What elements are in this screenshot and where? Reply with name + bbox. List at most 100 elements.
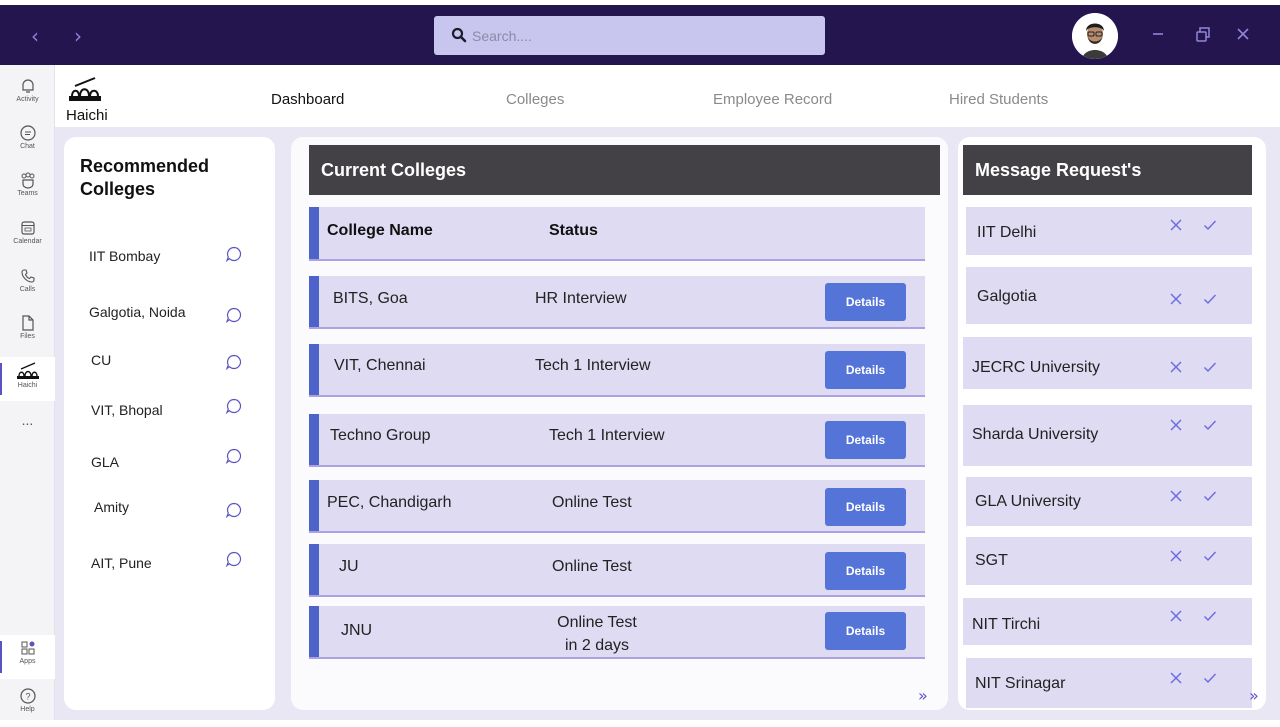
details-button[interactable]: Details xyxy=(825,552,906,590)
request-college-name: JECRC University xyxy=(972,359,1101,376)
accept-icon[interactable] xyxy=(1203,418,1217,432)
rail-item-calls[interactable]: Calls xyxy=(0,263,55,307)
reject-icon[interactable] xyxy=(1169,292,1183,306)
details-button[interactable]: Details xyxy=(825,421,906,459)
reject-icon[interactable] xyxy=(1169,549,1183,563)
tab-dashboard[interactable]: Dashboard xyxy=(271,91,344,108)
rail-item-teams[interactable]: Teams xyxy=(0,167,55,211)
app-rail: Activity Chat Teams Calendar Calls Files… xyxy=(0,65,55,720)
chat-bubble-icon[interactable] xyxy=(225,550,243,568)
chat-bubble-icon[interactable] xyxy=(225,447,243,465)
rail-item-haichi[interactable]: Haichi xyxy=(0,357,55,401)
rail-item-chat[interactable]: Chat xyxy=(0,120,55,164)
accept-icon[interactable] xyxy=(1203,292,1217,306)
app-header: Haichi Dashboard Colleges Employee Recor… xyxy=(55,65,1280,127)
details-button[interactable]: Details xyxy=(825,612,906,650)
search-box[interactable] xyxy=(434,16,825,55)
phone-icon xyxy=(20,269,35,283)
reject-icon[interactable] xyxy=(1169,609,1183,623)
accept-icon[interactable] xyxy=(1203,489,1217,503)
request-college-name: GLA University xyxy=(975,493,1081,510)
accept-icon[interactable] xyxy=(1203,609,1217,623)
list-item[interactable]: Amity xyxy=(64,498,275,528)
rail-item-label: Haichi xyxy=(17,382,38,389)
row-accent xyxy=(309,544,319,595)
brand-name: Haichi xyxy=(66,107,108,124)
table-header-row: College Name Status xyxy=(309,207,925,261)
row-accent xyxy=(309,606,319,657)
message-request-item: Sharda University xyxy=(963,405,1252,466)
more-colleges-icon[interactable]: » xyxy=(918,686,928,705)
tab-employee-record[interactable]: Employee Record xyxy=(713,91,832,108)
row-accent xyxy=(309,276,319,327)
college-name: VIT, Chennai xyxy=(334,357,426,374)
college-name: Techno Group xyxy=(330,427,431,444)
chat-bubble-icon[interactable] xyxy=(225,397,243,415)
request-college-name: SGT xyxy=(975,552,1008,569)
details-button[interactable]: Details xyxy=(825,351,906,389)
request-college-name: NIT Srinagar xyxy=(975,675,1066,692)
college-status: Online Test xyxy=(552,494,632,511)
chat-bubble-icon[interactable] xyxy=(225,501,243,519)
rail-item-help[interactable]: ? Help xyxy=(0,683,55,727)
avatar[interactable] xyxy=(1072,13,1118,59)
details-button[interactable]: Details xyxy=(825,283,906,321)
rail-item-label: Teams xyxy=(17,190,38,197)
college-name: JNU xyxy=(341,622,373,639)
restore-icon[interactable] xyxy=(1190,22,1212,46)
message-request-item: SGT xyxy=(966,537,1252,585)
search-input[interactable] xyxy=(472,24,812,48)
list-item[interactable]: AIT, Pune xyxy=(64,551,275,584)
haichi-logo-icon xyxy=(69,77,101,101)
rail-item-calendar[interactable]: Calendar xyxy=(0,215,55,259)
rail-item-activity[interactable]: Activity xyxy=(0,73,55,117)
calendar-icon xyxy=(20,221,35,235)
row-accent xyxy=(309,207,319,259)
rail-item-files[interactable]: Files xyxy=(0,310,55,354)
title-bar: ‹ › xyxy=(0,5,1280,65)
rail-more[interactable]: ... xyxy=(0,411,55,435)
rail-item-apps[interactable]: Apps xyxy=(0,635,55,679)
request-college-name: Galgotia xyxy=(977,288,1037,305)
table-row: PEC, Chandigarh Online Test Details xyxy=(309,480,925,533)
more-messages-icon[interactable]: » xyxy=(1249,686,1259,705)
list-item[interactable]: CU xyxy=(64,351,275,381)
forward-arrow-icon[interactable]: › xyxy=(68,25,88,47)
reject-icon[interactable] xyxy=(1169,489,1183,503)
minimize-icon[interactable] xyxy=(1147,22,1169,46)
tab-colleges[interactable]: Colleges xyxy=(506,91,564,108)
reject-icon[interactable] xyxy=(1169,418,1183,432)
table-row: BITS, Goa HR Interview Details xyxy=(309,276,925,329)
chat-bubble-icon[interactable] xyxy=(225,306,243,324)
accept-icon[interactable] xyxy=(1203,218,1217,232)
reject-icon[interactable] xyxy=(1169,218,1183,232)
list-item[interactable]: VIT, Bhopal xyxy=(64,398,275,431)
accept-icon[interactable] xyxy=(1203,360,1217,374)
table-row: Techno Group Tech 1 Interview Details xyxy=(309,414,925,467)
column-header-name: College Name xyxy=(327,222,433,239)
back-arrow-icon[interactable]: ‹ xyxy=(25,25,45,47)
college-name: CU xyxy=(91,352,112,368)
accept-icon[interactable] xyxy=(1203,549,1217,563)
details-button[interactable]: Details xyxy=(825,488,906,526)
close-icon[interactable] xyxy=(1232,22,1254,46)
college-name: PEC, Chandigarh xyxy=(327,494,452,511)
reject-icon[interactable] xyxy=(1169,671,1183,685)
chat-icon xyxy=(19,125,36,141)
list-item[interactable]: IIT Bombay xyxy=(64,244,275,274)
chat-bubble-icon[interactable] xyxy=(225,245,243,263)
recommended-title: Recommended Colleges xyxy=(80,156,210,199)
reject-icon[interactable] xyxy=(1169,360,1183,374)
list-item[interactable]: GLA xyxy=(64,448,275,483)
bell-icon xyxy=(21,79,34,93)
file-icon xyxy=(21,315,34,331)
recommended-colleges-card: Recommended Colleges IIT Bombay Galgotia… xyxy=(64,137,275,710)
list-item[interactable]: Galgotia, Noida xyxy=(64,301,275,331)
message-request-item: Galgotia xyxy=(966,267,1252,324)
tab-hired-students[interactable]: Hired Students xyxy=(949,91,1048,108)
help-icon: ? xyxy=(19,688,36,704)
column-header-status: Status xyxy=(549,222,598,239)
chat-bubble-icon[interactable] xyxy=(225,353,243,371)
message-request-item: JECRC University xyxy=(963,337,1252,389)
accept-icon[interactable] xyxy=(1203,671,1217,685)
